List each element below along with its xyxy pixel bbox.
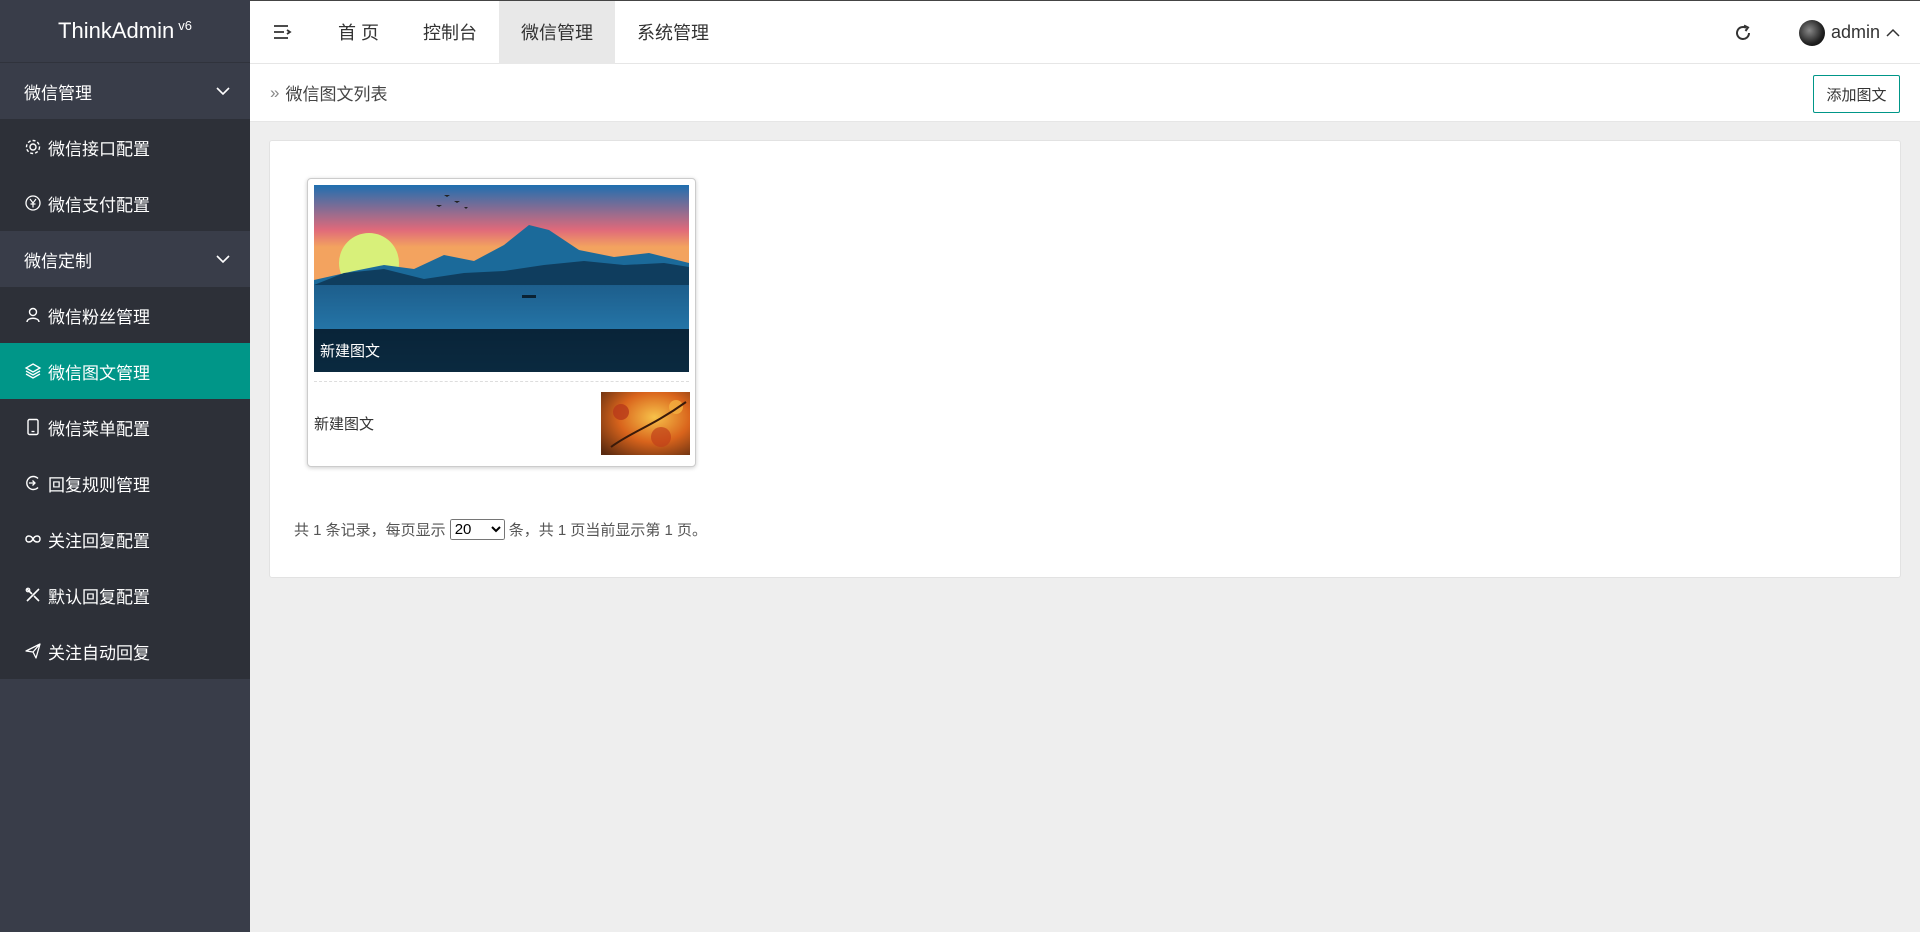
news-sub-thumbnail[interactable] <box>601 392 690 455</box>
phone-icon <box>24 418 42 436</box>
sidebar-item-label: 微信菜单配置 <box>48 419 150 439</box>
username: admin <box>1830 22 1880 42</box>
tab-system[interactable]: 系统管理 <box>615 1 731 64</box>
menu-group-custom[interactable]: 微信定制 <box>0 231 250 287</box>
pagination: 共 1 条记录，每页显示 20 条，共 1 页当前显示第 1 页。 <box>294 519 707 540</box>
sidebar-item-label: 默认回复配置 <box>48 587 150 607</box>
tools-icon <box>24 586 42 604</box>
tab-home[interactable]: 首 页 <box>316 1 401 64</box>
sidebar-item-api-config[interactable]: 微信接口配置 <box>0 119 250 175</box>
news-cover-image[interactable]: 新建图文 <box>314 185 689 372</box>
sidebar-item-default-reply[interactable]: 默认回复配置 <box>0 567 250 623</box>
sidebar-item-auto-reply[interactable]: 关注自动回复 <box>0 623 250 679</box>
sidebar-item-label: 微信图文管理 <box>48 363 150 383</box>
reply-icon <box>24 474 42 492</box>
app-title: ThinkAdmin <box>58 18 175 43</box>
menu-group-wechat[interactable]: 微信管理 <box>0 63 250 119</box>
tab-wechat[interactable]: 微信管理 <box>499 0 616 64</box>
refresh-icon <box>1736 24 1750 40</box>
infinity-icon <box>24 530 42 548</box>
sidebar-item-label: 微信粉丝管理 <box>48 307 150 327</box>
chevron-up-icon <box>1886 28 1900 37</box>
menu-group-label: 微信定制 <box>24 251 92 271</box>
sidebar-item-label: 回复规则管理 <box>48 475 150 495</box>
top-right-tools: admin <box>1723 1 1920 64</box>
chevron-down-icon <box>216 255 230 264</box>
sidebar-item-pay-config[interactable]: 微信支付配置 <box>0 175 250 231</box>
yen-icon <box>24 194 42 212</box>
top-nav: 首 页 控制台 微信管理 系统管理 admin <box>250 0 1920 64</box>
menu-toggle-icon <box>274 25 292 39</box>
sidebar-toggle-button[interactable] <box>250 1 316 64</box>
news-divider <box>314 381 689 382</box>
page-header: » 微信图文列表 添加图文 <box>250 64 1920 122</box>
sidebar-item-label: 微信支付配置 <box>48 195 150 215</box>
layers-icon <box>24 362 42 380</box>
sidebar-item-menu-config[interactable]: 微信菜单配置 <box>0 399 250 455</box>
app-logo[interactable]: ThinkAdmin v6 <box>0 0 250 63</box>
sidebar-item-label: 微信接口配置 <box>48 139 150 159</box>
user-menu[interactable]: admin <box>1798 19 1920 46</box>
page-size-select[interactable]: 20 <box>449 519 505 540</box>
avatar <box>1798 19 1825 46</box>
sidebar-item-label: 关注自动回复 <box>48 643 150 663</box>
chevron-down-icon <box>216 87 230 96</box>
page-title: 微信图文列表 <box>285 85 388 104</box>
sidebar-item-news[interactable]: 微信图文管理 <box>0 343 250 399</box>
breadcrumb-arrow: » <box>270 82 280 102</box>
pager-prefix: 共 1 条记录，每页显示 <box>294 522 446 539</box>
sidebar-item-fans[interactable]: 微信粉丝管理 <box>0 287 250 343</box>
sidebar-item-label: 关注回复配置 <box>48 531 150 551</box>
sidebar: ThinkAdmin v6 微信管理 微信接口配置 微信支付配置 微信定制 微信粉… <box>0 0 250 932</box>
tab-console[interactable]: 控制台 <box>401 1 499 64</box>
add-news-button[interactable]: 添加图文 <box>1813 75 1900 113</box>
pager-suffix: 条，共 1 页当前显示第 1 页。 <box>508 522 708 539</box>
news-item[interactable]: 新建图文 新建图文 <box>307 178 696 467</box>
content-card: 新建图文 新建图文 共 1 条记录，每页显示 20 条，共 1 页当前显示第 1… <box>269 140 1901 578</box>
menu-group-label: 微信管理 <box>24 83 92 103</box>
user-icon <box>24 306 42 324</box>
news-sub-title[interactable]: 新建图文 <box>314 413 374 434</box>
gear-icon <box>24 138 42 156</box>
app-version: v6 <box>178 17 192 33</box>
sidebar-item-reply-rules[interactable]: 回复规则管理 <box>0 455 250 511</box>
news-main-title: 新建图文 <box>314 329 689 372</box>
send-icon <box>24 642 42 660</box>
refresh-button[interactable] <box>1723 1 1763 64</box>
sidebar-item-follow-reply[interactable]: 关注回复配置 <box>0 511 250 567</box>
